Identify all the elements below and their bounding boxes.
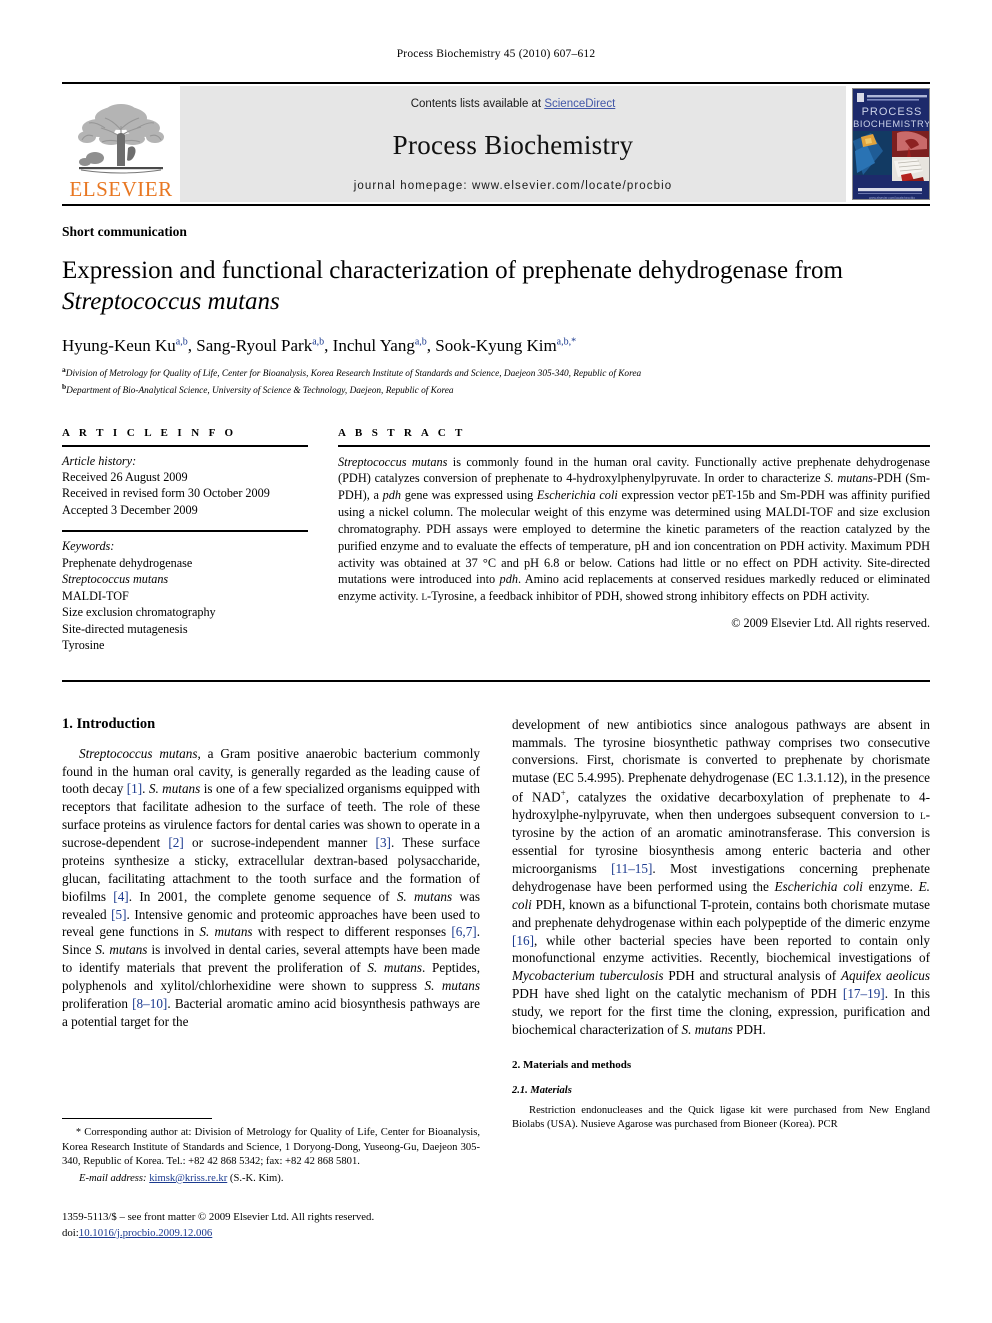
article-history: Article history: Received 26 August 2009… [62, 447, 308, 519]
corresponding-author-note: * Corresponding author at: Division of M… [62, 1127, 480, 1168]
elsevier-tree-icon [78, 104, 164, 174]
journal-homepage-line[interactable]: journal homepage: www.elsevier.com/locat… [354, 180, 673, 192]
email-label: E-mail address: [79, 1172, 147, 1184]
info-and-abstract: A R T I C L E I N F O Article history: R… [62, 427, 930, 654]
author[interactable]: Sook-Kyung Kima,b,* [435, 336, 576, 355]
author-name: Sang-Ryoul Park [196, 336, 313, 355]
author[interactable]: Sang-Ryoul Parka,b [196, 336, 324, 355]
email-owner: (S.-K. Kim). [229, 1172, 284, 1184]
elsevier-logo: ELSEVIER [62, 84, 180, 204]
author-name: Inchul Yang [332, 336, 415, 355]
affiliation-a: aDivision of Metrology for Quality of Li… [62, 365, 930, 382]
materials-paragraph: Restriction endonucleases and the Quick … [512, 1104, 930, 1131]
imprint-front-matter: 1359-5113/$ – see front matter © 2009 El… [62, 1211, 375, 1223]
author-list: Hyung-Keun Kua,b, Sang-Ryoul Parka,b, In… [62, 336, 930, 356]
article-info-heading: A R T I C L E I N F O [62, 426, 237, 439]
author-affil-marks: a,b,* [556, 336, 577, 348]
abstract-heading: A B S T R A C T [338, 426, 466, 439]
keyword-item: Streptococcus mutans [62, 572, 169, 587]
title-species: Streptococcus mutans [62, 287, 280, 315]
keywords-block: Keywords: Prephenate dehydrogenase Strep… [62, 532, 308, 653]
article-type: Short communication [62, 224, 187, 239]
affiliations: aDivision of Metrology for Quality of Li… [62, 365, 930, 398]
contents-prefix: Contents lists available at [410, 98, 545, 110]
affiliation-text: Department of Bio-Analytical Science, Un… [66, 386, 454, 397]
journal-cover-thumbnail[interactable]: PROCESS BIOCHEMISTRY www.elsevier.com/lo… [852, 88, 930, 200]
section-heading-introduction: 1. Introduction [62, 715, 156, 732]
author-name: Hyung-Keun Ku [62, 336, 176, 355]
author[interactable]: Hyung-Keun Kua,b [62, 336, 188, 355]
affiliation-text: Division of Metrology for Quality of Lif… [65, 369, 642, 380]
keyword-item: Site-directed mutagenesis [62, 621, 188, 636]
keyword-item: Size exclusion chromatography [62, 605, 216, 620]
history-label: Article history: [62, 453, 137, 468]
article-page: Process Biochemistry 45 (2010) 607–612 E… [0, 0, 992, 1323]
author-affil-marks: a,b [312, 336, 325, 348]
article-body: 1. Introduction Streptococcus mutans, a … [62, 716, 930, 1133]
author-sep: , [324, 336, 333, 355]
subsection-heading-materials: 2.1. Materials [512, 1084, 572, 1096]
abstract-text: Streptococcus mutans is commonly found i… [338, 454, 930, 604]
history-accepted: Accepted 3 December 2009 [62, 502, 198, 517]
copyright-line: © 2009 Elsevier Ltd. All rights reserved… [731, 616, 930, 631]
running-head: Process Biochemistry 45 (2010) 607–612 [396, 48, 596, 60]
body-column-right: development of new antibiotics since ana… [512, 716, 930, 1133]
body-separator-rule [62, 679, 930, 682]
keyword-item: MALDI-TOF [62, 588, 129, 603]
article-info-column: A R T I C L E I N F O Article history: R… [62, 427, 308, 654]
imprint-block: 1359-5113/$ – see front matter © 2009 El… [62, 1210, 502, 1241]
imprint-doi-line: doi:10.1016/j.procbio.2009.12.006 [62, 1226, 502, 1242]
keywords-label: Keywords: [62, 539, 115, 554]
history-revised: Received in revised form 30 October 2009 [62, 486, 270, 501]
author-affil-marks: a,b [175, 336, 188, 348]
author-sep: , [187, 336, 197, 355]
svg-text:PROCESS: PROCESS [862, 106, 923, 118]
keyword-item: Prephenate dehydrogenase [62, 555, 193, 570]
doi-link[interactable]: 10.1016/j.procbio.2009.12.006 [79, 1227, 212, 1239]
section-heading-materials-and-methods: 2. Materials and methods [512, 1058, 632, 1071]
body-column-left: 1. Introduction Streptococcus mutans, a … [62, 716, 480, 1133]
journal-band: Contents lists available at ScienceDirec… [180, 86, 846, 202]
intro-paragraph-left: Streptococcus mutans, a Gram positive an… [62, 745, 481, 1029]
keyword-item: Tyrosine [62, 638, 105, 653]
author-name: Sook-Kyung Kim [435, 336, 557, 355]
footnote-block: * Corresponding author at: Division of M… [62, 1118, 480, 1184]
journal-title: Process Biochemistry [392, 129, 634, 160]
email-note: E-mail address: kimsk@kriss.re.kr (S.-K.… [62, 1173, 480, 1184]
email-link[interactable]: kimsk@kriss.re.kr [149, 1173, 227, 1184]
author-affil-marks: a,b [414, 336, 427, 348]
title-main: Expression and functional characterizati… [62, 257, 843, 284]
journal-masthead: ELSEVIER Contents lists available at Sci… [62, 82, 930, 206]
author[interactable]: Inchul Yanga,b [333, 336, 427, 355]
doi-label: doi: [62, 1226, 79, 1239]
sciencedirect-link[interactable]: ScienceDirect [544, 98, 615, 110]
svg-text:www.elsevier.com/locate/procbi: www.elsevier.com/locate/procbio [869, 196, 915, 200]
svg-text:BIOCHEMISTRY: BIOCHEMISTRY [853, 119, 930, 129]
contents-available-line: Contents lists available at ScienceDirec… [411, 98, 616, 110]
journal-cover-art: PROCESS BIOCHEMISTRY www.elsevier.com/lo… [853, 89, 930, 200]
affiliation-b: bDepartment of Bio-Analytical Science, U… [62, 382, 930, 399]
page-title: Expression and functional characterizati… [62, 256, 930, 317]
footnote-rule [62, 1118, 212, 1119]
intro-paragraph-right: development of new antibiotics since ana… [512, 716, 931, 1037]
history-received: Received 26 August 2009 [62, 469, 188, 484]
elsevier-wordmark: ELSEVIER [69, 177, 173, 201]
abstract-column: A B S T R A C T Streptococcus mutans is … [338, 427, 930, 654]
